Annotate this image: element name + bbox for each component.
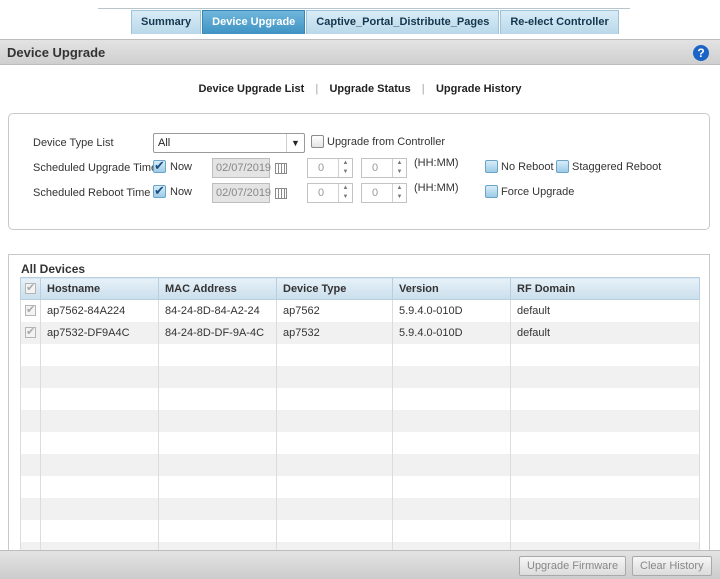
reboot-minute-stepper[interactable]: 0 ▲ ▼ xyxy=(361,183,407,203)
cell-device-type: ap7562 xyxy=(276,299,393,322)
force-upgrade-label: Force Upgrade xyxy=(501,186,575,198)
upgrade-hour-stepper[interactable]: 0 ▲ ▼ xyxy=(307,158,353,178)
cell-hostname: ap7532-DF9A4C xyxy=(40,321,159,344)
empty-row xyxy=(20,387,700,410)
device-type-value: All xyxy=(158,137,171,149)
stepper-arrows-icon[interactable]: ▲ ▼ xyxy=(338,184,352,202)
reboot-hour-stepper[interactable]: 0 ▲ ▼ xyxy=(307,183,353,203)
select-all-checkbox[interactable] xyxy=(20,277,41,300)
cell-mac: 84-24-8D-84-A2-24 xyxy=(158,299,277,322)
tab-bar: Summary Device Upgrade Captive_Portal_Di… xyxy=(131,10,620,34)
upgrade-hour-value: 0 xyxy=(318,162,325,174)
column-header-device-type[interactable]: Device Type xyxy=(276,277,393,300)
upgrade-minute-value: 0 xyxy=(372,162,379,174)
staggered-reboot-checkbox[interactable] xyxy=(556,160,569,173)
reboot-now-label: Now xyxy=(170,186,193,198)
upgrade-now-checkbox[interactable] xyxy=(153,158,166,174)
column-header-mac-address[interactable]: MAC Address xyxy=(158,277,277,300)
column-header-hostname[interactable]: Hostname xyxy=(40,277,159,300)
stepper-arrows-icon[interactable]: ▲ ▼ xyxy=(338,159,352,177)
calendar-icon[interactable] xyxy=(275,163,287,174)
reboot-hhmm-label: (HH:MM) xyxy=(414,182,459,194)
empty-row xyxy=(20,343,700,366)
upgrade-minute-stepper[interactable]: 0 ▲ ▼ xyxy=(361,158,407,178)
cell-version: 5.9.4.0-010D xyxy=(392,299,511,322)
cell-rf-domain: default xyxy=(510,299,700,322)
tab-summary[interactable]: Summary xyxy=(131,10,202,34)
reboot-date-input[interactable]: 02/07/2019 xyxy=(212,183,271,203)
staggered-reboot-label: Staggered Reboot xyxy=(572,161,662,173)
upgrade-firmware-button[interactable]: Upgrade Firmware xyxy=(519,556,627,576)
empty-row xyxy=(20,409,700,432)
column-header-version[interactable]: Version xyxy=(392,277,511,300)
column-header-rf-domain[interactable]: RF Domain xyxy=(510,277,700,300)
upgrade-hhmm-label: (HH:MM) xyxy=(414,157,459,169)
device-type-select[interactable]: All ▼ xyxy=(153,133,305,153)
chevron-down-icon: ▼ xyxy=(286,134,304,152)
upgrade-from-controller-checkbox[interactable] xyxy=(311,135,324,148)
upgrade-settings-panel: Device Type List All ▼ Upgrade from Cont… xyxy=(8,113,710,230)
upgrade-status-link[interactable]: Upgrade Status xyxy=(329,83,410,95)
table-header-row: Hostname MAC Address Device Type Version… xyxy=(20,277,700,300)
upgrade-date-input[interactable]: 02/07/2019 xyxy=(212,158,271,178)
stepper-arrows-icon[interactable]: ▲ ▼ xyxy=(392,184,406,202)
page-title: Device Upgrade xyxy=(7,45,106,60)
table-row[interactable]: ap7532-DF9A4C 84-24-8D-DF-9A-4C ap7532 5… xyxy=(20,321,700,344)
tab-re-elect-controller[interactable]: Re-elect Controller xyxy=(500,10,619,34)
reboot-minute-value: 0 xyxy=(372,187,379,199)
all-devices-title: All Devices xyxy=(21,262,86,276)
clear-history-button[interactable]: Clear History xyxy=(632,556,712,576)
empty-row xyxy=(20,519,700,542)
table-row[interactable]: ap7562-84A224 84-24-8D-84-A2-24 ap7562 5… xyxy=(20,299,700,322)
empty-row xyxy=(20,365,700,388)
reboot-hour-value: 0 xyxy=(318,187,325,199)
tab-device-upgrade[interactable]: Device Upgrade xyxy=(202,10,306,34)
cell-rf-domain: default xyxy=(510,321,700,344)
cell-hostname: ap7562-84A224 xyxy=(40,299,159,322)
upgrade-sublinks: Device Upgrade List | Upgrade Status | U… xyxy=(0,83,720,95)
link-separator: | xyxy=(315,83,319,95)
cell-mac: 84-24-8D-DF-9A-4C xyxy=(158,321,277,344)
force-upgrade-checkbox[interactable] xyxy=(485,185,498,198)
cell-device-type: ap7532 xyxy=(276,321,393,344)
page-header: Device Upgrade ? xyxy=(0,39,720,65)
link-separator: | xyxy=(421,83,425,95)
row-checkbox[interactable] xyxy=(20,321,41,344)
scheduled-upgrade-time-label: Scheduled Upgrade Time xyxy=(33,162,158,174)
empty-row xyxy=(20,497,700,520)
calendar-icon[interactable] xyxy=(275,188,287,199)
help-icon[interactable]: ? xyxy=(693,45,709,61)
footer-bar: Upgrade Firmware Clear History xyxy=(0,550,720,579)
empty-row xyxy=(20,453,700,476)
empty-row xyxy=(20,431,700,454)
upgrade-now-label: Now xyxy=(170,161,193,173)
device-upgrade-list-link[interactable]: Device Upgrade List xyxy=(198,83,304,95)
tab-captive-portal-distribute-pages[interactable]: Captive_Portal_Distribute_Pages xyxy=(306,10,500,34)
row-checkbox[interactable] xyxy=(20,299,41,322)
reboot-now-checkbox[interactable] xyxy=(153,183,166,199)
no-reboot-label: No Reboot xyxy=(501,161,554,173)
scheduled-reboot-time-label: Scheduled Reboot Time xyxy=(33,187,151,199)
cell-version: 5.9.4.0-010D xyxy=(392,321,511,344)
stepper-arrows-icon[interactable]: ▲ ▼ xyxy=(392,159,406,177)
upgrade-from-controller-label: Upgrade from Controller xyxy=(327,136,445,148)
upgrade-history-link[interactable]: Upgrade History xyxy=(436,83,522,95)
device-type-label: Device Type List xyxy=(33,137,114,149)
empty-row xyxy=(20,475,700,498)
devices-table: Hostname MAC Address Device Type Version… xyxy=(20,277,700,564)
no-reboot-checkbox[interactable] xyxy=(485,160,498,173)
